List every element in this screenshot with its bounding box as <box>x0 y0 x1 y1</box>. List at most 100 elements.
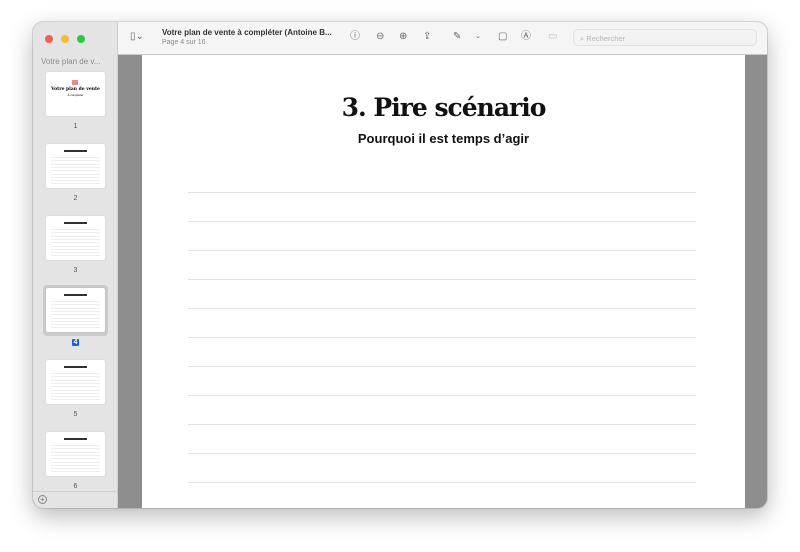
thumb-line <box>51 229 100 230</box>
page-number-label: 3 <box>73 267 78 274</box>
thumb-heading <box>64 294 87 296</box>
writing-line <box>188 337 696 338</box>
page-info: Page 4 sur 16 <box>162 39 206 46</box>
sidebar: Votre plan de v... Votre plan de vente À … <box>33 22 118 508</box>
thumb-title: Votre plan de vente <box>51 87 100 92</box>
thumb-line <box>51 307 100 309</box>
thumb-line <box>51 320 100 322</box>
page-thumbnail[interactable] <box>46 144 105 188</box>
thumb-heading <box>64 366 87 368</box>
thumb-line <box>51 160 100 162</box>
minimize-button[interactable] <box>61 35 69 43</box>
thumb-line <box>51 317 100 319</box>
thumb-line <box>51 252 100 254</box>
thumb-line <box>51 373 100 374</box>
sidebar-toggle-icon[interactable]: ▯⌄ <box>130 31 144 43</box>
page-thumbnail[interactable] <box>46 360 105 404</box>
thumb-line <box>51 382 100 384</box>
thumb-heading <box>64 438 87 440</box>
thumb-line <box>51 173 100 175</box>
writing-line <box>188 250 696 251</box>
close-button[interactable] <box>45 35 53 43</box>
maximize-button[interactable] <box>77 35 85 43</box>
writing-line <box>188 424 696 425</box>
info-icon[interactable]: ⓘ <box>350 31 360 43</box>
page-number: 2 <box>33 195 118 202</box>
sidebar-title: Votre plan de v... <box>41 57 101 66</box>
thumb-line <box>51 327 100 329</box>
share-icon[interactable]: ⇪ <box>423 31 431 43</box>
thumb-heading <box>64 150 87 152</box>
writing-line <box>188 366 696 367</box>
page-thumbnail[interactable] <box>46 216 105 260</box>
thumb-line <box>51 180 100 182</box>
toolbar: ▯⌄ Votre plan de vente à compléter (Anto… <box>118 22 767 55</box>
thumb-line <box>51 386 100 388</box>
page-title: 3. Pire scénario <box>341 93 547 122</box>
thumb-line <box>51 183 100 185</box>
thumb-line <box>51 376 100 378</box>
page-thumbnail[interactable]: Votre plan de vente À compléter <box>46 72 105 116</box>
writing-line <box>188 453 696 454</box>
page-number: 4 <box>33 339 118 346</box>
thumb-line <box>51 392 100 394</box>
page-subtitle: Pourquoi il est temps d’agir <box>357 131 530 146</box>
thumb-line <box>51 314 100 316</box>
thumb-line <box>51 445 100 446</box>
page-number-label: 4 <box>71 339 80 346</box>
thumb-line <box>51 451 100 453</box>
thumb-line <box>51 242 100 244</box>
thumb-line <box>51 157 100 158</box>
markup-pen-icon[interactable]: ✎ <box>453 31 461 43</box>
thumb-line <box>51 232 100 234</box>
thumb-line <box>51 399 100 401</box>
thumb-line <box>51 461 100 463</box>
writing-line <box>188 192 696 193</box>
page-number: 3 <box>33 267 118 274</box>
thumb-line <box>51 304 100 306</box>
add-icon[interactable]: + <box>38 495 47 504</box>
page-thumbnail[interactable] <box>46 432 105 476</box>
page-thumbnail[interactable] <box>46 288 105 332</box>
thumb-line <box>51 458 100 460</box>
rotate-icon[interactable]: ▢ <box>498 31 507 43</box>
writing-line <box>188 279 696 280</box>
page-number-label: 5 <box>73 411 78 418</box>
page-number-label: 2 <box>73 195 78 202</box>
thumb-heading <box>64 222 87 224</box>
thumb-line <box>51 301 100 302</box>
logo-icon <box>72 80 78 85</box>
thumb-line <box>51 464 100 466</box>
thumb-line <box>51 235 100 237</box>
preview-window: Votre plan de v... Votre plan de vente À … <box>33 22 767 508</box>
writing-line <box>188 308 696 309</box>
pdf-page: 3. Pire scénario Pourquoi il est temps d… <box>142 55 745 508</box>
thumb-line <box>51 396 100 398</box>
traffic-lights <box>45 35 85 43</box>
search-placeholder: Rechercher <box>586 34 626 43</box>
thumb-line <box>51 468 100 470</box>
zoom-in-icon[interactable]: ⊕ <box>399 31 407 43</box>
thumb-line <box>51 176 100 178</box>
thumb-line <box>51 170 100 172</box>
writing-line <box>188 482 696 483</box>
page-number: 1 <box>33 123 118 130</box>
thumb-line <box>51 471 100 473</box>
thumb-line <box>51 379 100 381</box>
chevron-down-icon[interactable]: ⌄ <box>475 31 481 43</box>
signature-icon[interactable]: ▭ <box>548 31 557 43</box>
thumb-line <box>51 163 100 165</box>
thumb-line <box>51 324 100 326</box>
writing-line <box>188 221 696 222</box>
document-title: Votre plan de vente à compléter (Antoine… <box>162 28 332 37</box>
thumb-line <box>51 166 100 168</box>
page-number: 6 <box>33 483 118 490</box>
thumb-line <box>51 255 100 257</box>
search-input[interactable]: ⌕ Rechercher <box>573 29 757 46</box>
page-number-label: 1 <box>73 123 78 130</box>
writing-line <box>188 395 696 396</box>
zoom-out-icon[interactable]: ⊖ <box>376 31 384 43</box>
thumb-line <box>51 448 100 450</box>
annotate-icon[interactable]: Ⓐ <box>521 31 531 43</box>
thumb-line <box>51 245 100 247</box>
